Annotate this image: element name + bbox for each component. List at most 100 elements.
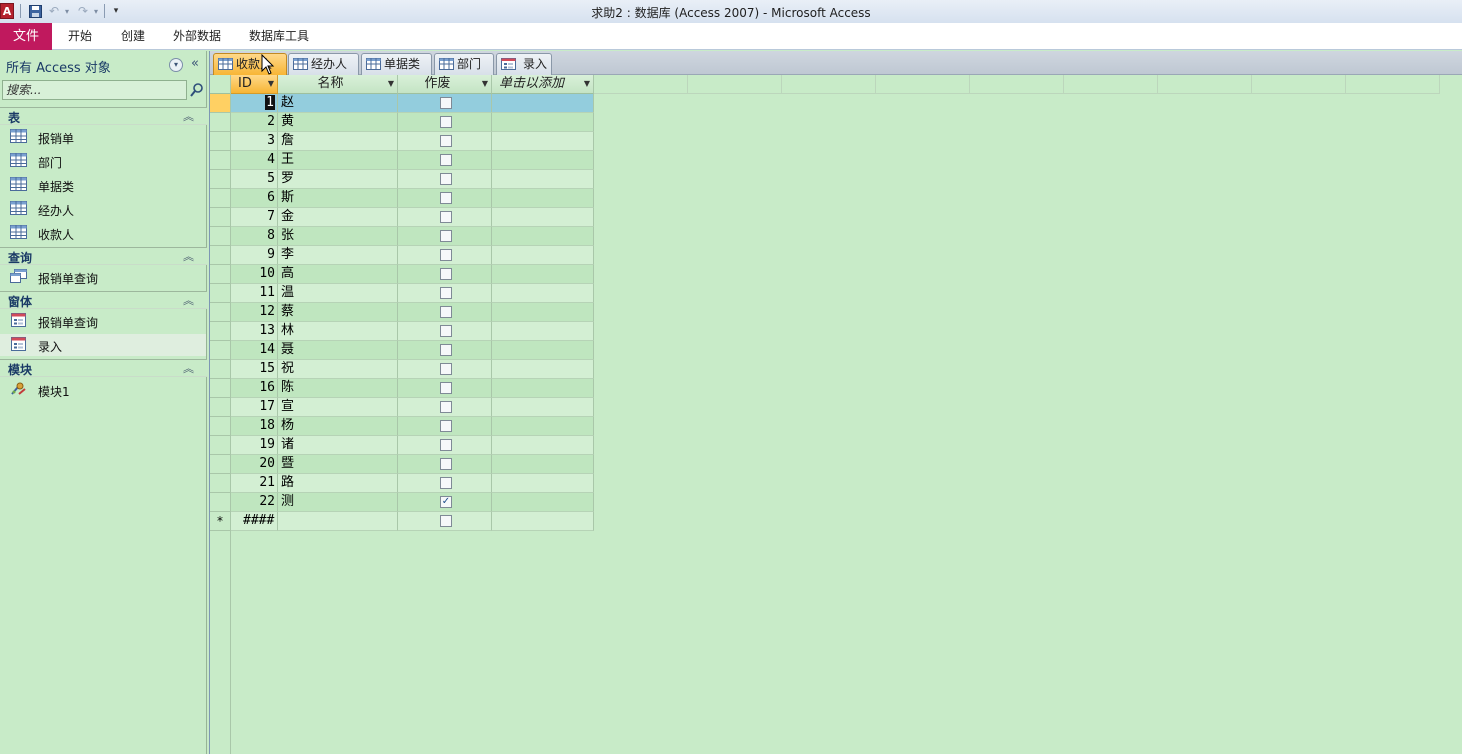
nav-item-module[interactable]: 模块1 bbox=[0, 379, 206, 401]
id-cell[interactable]: 7 bbox=[231, 208, 278, 227]
record-selector[interactable] bbox=[210, 436, 230, 455]
void-checkbox[interactable] bbox=[440, 420, 452, 432]
shutter-bar-collapse-icon[interactable]: « bbox=[191, 56, 199, 71]
click-to-add-cell[interactable] bbox=[492, 303, 594, 322]
doc-tab-handler[interactable]: 经办人 bbox=[288, 53, 359, 75]
void-checkbox[interactable] bbox=[440, 401, 452, 413]
table-row[interactable]: 12 蔡 bbox=[231, 303, 594, 322]
nav-item-query[interactable]: 报销单查询 bbox=[0, 266, 206, 288]
id-cell[interactable]: 9 bbox=[231, 246, 278, 265]
id-cell[interactable]: 16 bbox=[231, 379, 278, 398]
table-row[interactable]: 16 陈 bbox=[231, 379, 594, 398]
table-row[interactable]: 4王 bbox=[231, 151, 594, 170]
column-filter-dropdown-icon[interactable]: ▼ bbox=[584, 75, 590, 93]
void-checkbox[interactable] bbox=[440, 211, 452, 223]
name-cell[interactable]: 金 bbox=[278, 208, 398, 227]
column-filter-dropdown-icon[interactable]: ▼ bbox=[268, 75, 274, 93]
nav-group-modules[interactable]: 模块 ︽ bbox=[0, 359, 207, 377]
nav-item-form[interactable]: 报销单查询 bbox=[0, 310, 206, 332]
name-cell[interactable]: 赵 bbox=[278, 94, 398, 113]
table-row[interactable]: 2黄 bbox=[231, 113, 594, 132]
void-checkbox[interactable] bbox=[440, 325, 452, 337]
name-cell[interactable]: 路 bbox=[278, 474, 398, 493]
void-checkbox-checked[interactable]: ✓ bbox=[440, 496, 452, 508]
record-selector[interactable] bbox=[210, 265, 230, 284]
id-cell[interactable]: 4 bbox=[231, 151, 278, 170]
table-row[interactable]: 14 聂 bbox=[231, 341, 594, 360]
name-cell[interactable] bbox=[278, 512, 398, 531]
nav-item-form[interactable]: 录入 bbox=[0, 334, 206, 356]
record-selector[interactable] bbox=[210, 455, 230, 474]
click-to-add-cell[interactable] bbox=[492, 284, 594, 303]
void-checkbox[interactable] bbox=[440, 439, 452, 451]
record-selector[interactable] bbox=[210, 360, 230, 379]
click-to-add-cell[interactable] bbox=[492, 208, 594, 227]
tab-home[interactable]: 开始 bbox=[68, 23, 92, 50]
void-checkbox[interactable] bbox=[440, 192, 452, 204]
table-row[interactable]: 20 暨 bbox=[231, 455, 594, 474]
name-cell[interactable]: 宣 bbox=[278, 398, 398, 417]
record-selector[interactable] bbox=[210, 417, 230, 436]
id-cell[interactable]: 3 bbox=[231, 132, 278, 151]
column-header-name[interactable]: 名称 ▼ bbox=[278, 75, 398, 94]
id-cell[interactable]: 2 bbox=[231, 113, 278, 132]
nav-pane-header[interactable]: 所有 Access 对象 ▾ « bbox=[0, 53, 207, 77]
table-row[interactable]: 6斯 bbox=[231, 189, 594, 208]
void-checkbox[interactable] bbox=[440, 306, 452, 318]
name-cell[interactable]: 陈 bbox=[278, 379, 398, 398]
click-to-add-cell[interactable] bbox=[492, 474, 594, 493]
name-cell[interactable]: 詹 bbox=[278, 132, 398, 151]
table-row[interactable]: 13 林 bbox=[231, 322, 594, 341]
record-selector[interactable] bbox=[210, 189, 230, 208]
click-to-add-cell[interactable] bbox=[492, 246, 594, 265]
record-selector[interactable] bbox=[210, 303, 230, 322]
click-to-add-cell[interactable] bbox=[492, 398, 594, 417]
void-checkbox[interactable] bbox=[440, 97, 452, 109]
click-to-add-cell[interactable] bbox=[492, 322, 594, 341]
id-cell[interactable]: 10 bbox=[231, 265, 278, 284]
void-checkbox[interactable] bbox=[440, 135, 452, 147]
table-row[interactable]: 15 祝 bbox=[231, 360, 594, 379]
record-selector[interactable] bbox=[210, 151, 230, 170]
name-cell[interactable]: 暨 bbox=[278, 455, 398, 474]
column-filter-dropdown-icon[interactable]: ▼ bbox=[482, 75, 488, 93]
click-to-add-cell[interactable] bbox=[492, 417, 594, 436]
void-checkbox[interactable] bbox=[440, 477, 452, 489]
click-to-add-cell[interactable] bbox=[492, 94, 594, 113]
search-icon[interactable] bbox=[189, 82, 205, 98]
record-selector[interactable] bbox=[210, 227, 230, 246]
id-cell[interactable]: 1 bbox=[231, 94, 278, 113]
name-cell[interactable]: 高 bbox=[278, 265, 398, 284]
id-cell[interactable]: 17 bbox=[231, 398, 278, 417]
void-checkbox[interactable] bbox=[440, 116, 452, 128]
record-selector[interactable] bbox=[210, 94, 230, 113]
record-selector[interactable] bbox=[210, 113, 230, 132]
click-to-add-cell[interactable] bbox=[492, 132, 594, 151]
void-checkbox[interactable] bbox=[440, 173, 452, 185]
void-checkbox[interactable] bbox=[440, 344, 452, 356]
name-cell[interactable]: 温 bbox=[278, 284, 398, 303]
collapse-chevron-icon[interactable]: ︽ bbox=[183, 360, 194, 376]
table-row[interactable]: 7金 bbox=[231, 208, 594, 227]
click-to-add-cell[interactable] bbox=[492, 360, 594, 379]
click-to-add-cell[interactable] bbox=[492, 379, 594, 398]
table-row[interactable]: 3詹 bbox=[231, 132, 594, 151]
click-to-add-cell[interactable] bbox=[492, 189, 594, 208]
nav-item-table[interactable]: 收款人 bbox=[0, 222, 206, 244]
table-row[interactable]: 11 温 bbox=[231, 284, 594, 303]
record-selector[interactable] bbox=[210, 322, 230, 341]
table-row[interactable]: 9李 bbox=[231, 246, 594, 265]
record-selector[interactable] bbox=[210, 341, 230, 360]
click-to-add-cell[interactable] bbox=[492, 113, 594, 132]
tab-external-data[interactable]: 外部数据 bbox=[173, 23, 221, 50]
doc-tab-department[interactable]: 部门 bbox=[434, 53, 494, 75]
name-cell[interactable]: 林 bbox=[278, 322, 398, 341]
name-cell[interactable]: 斯 bbox=[278, 189, 398, 208]
id-cell[interactable]: 11 bbox=[231, 284, 278, 303]
table-row[interactable]: 21 路 bbox=[231, 474, 594, 493]
table-row[interactable]: 17 宣 bbox=[231, 398, 594, 417]
collapse-chevron-icon[interactable]: ︽ bbox=[183, 248, 194, 264]
id-cell[interactable]: 5 bbox=[231, 170, 278, 189]
id-cell[interactable]: 12 bbox=[231, 303, 278, 322]
record-selector[interactable] bbox=[210, 170, 230, 189]
